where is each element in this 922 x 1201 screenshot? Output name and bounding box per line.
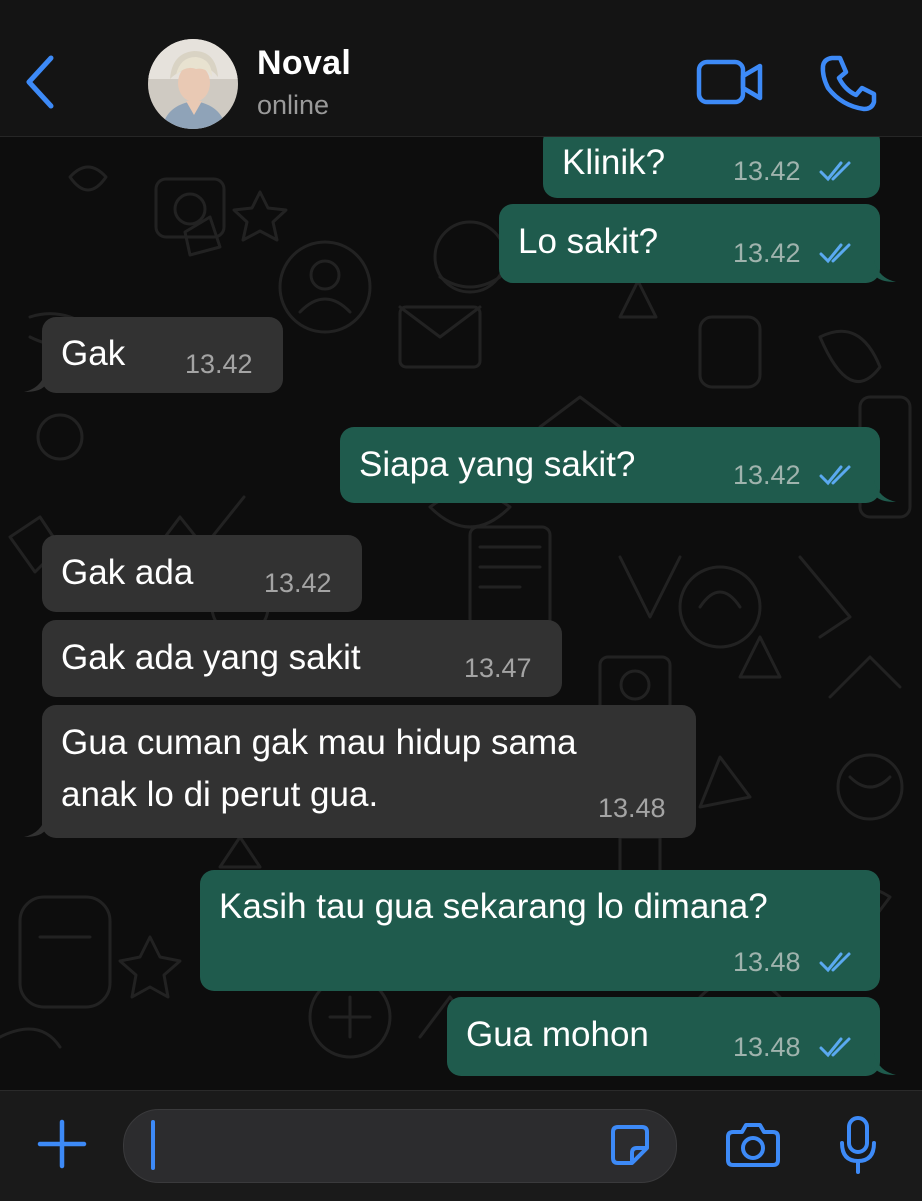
double-check-read-icon [819,161,851,182]
message-bubble-outgoing[interactable]: Kasih tau gua sekarang lo dimana? 13.48 [200,870,880,991]
message-text: Klinik? [562,143,666,182]
attach-button[interactable] [36,1118,88,1170]
bubble-tail [24,370,46,392]
message-input[interactable] [123,1109,677,1183]
sticker-button[interactable] [610,1124,650,1166]
message-bubble-incoming[interactable]: Gak ada yang sakit 13.47 [42,620,562,697]
avatar[interactable] [148,39,238,129]
message-time: 13.47 [464,653,532,683]
avatar-image [148,39,238,129]
message-bubble-incoming[interactable]: Gua cuman gak mau hidup sama anak lo di … [24,705,696,838]
chevron-left-icon [26,55,54,109]
bubble-tail [874,1053,896,1075]
message-bubble-outgoing[interactable]: Lo sakit? 13.42 [499,204,896,283]
chat-header: Noval online [0,0,922,137]
text-cursor [151,1120,155,1170]
message-text: Kasih tau gua sekarang lo dimana? [219,887,768,926]
message-time: 13.48 [733,947,801,977]
message-time: 13.42 [733,238,801,268]
message-bubble-incoming[interactable]: Gak ada 13.42 [42,535,362,612]
double-check-read-icon [819,1037,851,1058]
message-text: Siapa yang sakit? [359,445,636,484]
sticker-icon [611,1125,649,1165]
bubble-tail [24,815,46,837]
double-check-read-icon [819,243,851,264]
back-button[interactable] [18,52,62,112]
bubble-tail [874,260,896,282]
message-text: Gak ada [61,553,194,592]
message-time: 13.48 [733,1032,801,1062]
plus-icon [37,1119,87,1169]
microphone-icon [840,1116,876,1174]
bubble-tail [874,480,896,502]
message-list[interactable]: Klinik? 13.42 Lo sakit? 13.42 Gak 13.42 … [0,137,922,1090]
video-call-button[interactable] [696,58,764,106]
contact-status: online [257,90,330,120]
contact-name[interactable]: Noval [257,44,351,83]
message-bubble-outgoing[interactable]: Klinik? 13.42 [543,137,880,198]
message-bubble-outgoing[interactable]: Gua mohon 13.48 [447,997,896,1076]
phone-icon [820,55,877,112]
message-time: 13.42 [185,349,253,379]
message-time: 13.42 [733,460,801,490]
message-text: Gua cuman gak mau hidup sama anak lo di … [61,723,577,814]
video-camera-icon [696,59,763,105]
message-text: Gak [61,334,126,373]
message-time: 13.42 [264,568,332,598]
camera-icon [726,1123,780,1167]
microphone-button[interactable] [838,1115,878,1175]
message-text: Gak ada yang sakit [61,638,361,677]
message-bubble-outgoing[interactable]: Siapa yang sakit? 13.42 [340,427,896,503]
message-time: 13.48 [598,793,666,823]
double-check-read-icon [819,465,851,486]
message-bubble-incoming[interactable]: Gak 13.42 [24,317,283,393]
voice-call-button[interactable] [818,54,878,112]
message-time: 13.42 [733,156,801,186]
message-text: Gua mohon [466,1015,649,1054]
message-text: Lo sakit? [518,222,659,261]
double-check-read-icon [819,952,851,973]
camera-button[interactable] [725,1120,781,1168]
